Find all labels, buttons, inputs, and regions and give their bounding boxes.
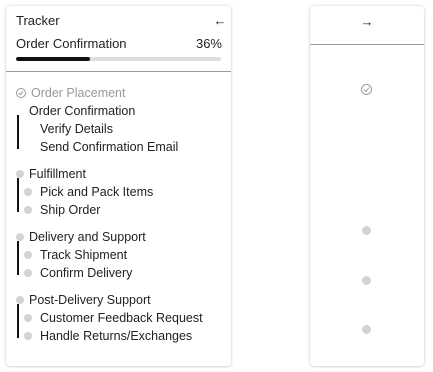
- status-dot: [16, 296, 24, 304]
- tracker-title: Tracker: [16, 13, 60, 28]
- stage-label: Order Placement: [31, 86, 126, 100]
- substep-label: Handle Returns/Exchanges: [40, 329, 193, 343]
- progress-bar: [16, 57, 221, 61]
- substep-label: Track Shipment: [40, 248, 128, 262]
- arrow-right-icon[interactable]: →: [357, 12, 377, 32]
- substep-handle-returns-exchanges[interactable]: Handle Returns/Exchanges: [6, 327, 231, 345]
- stage-order-placement[interactable]: Order Placement: [6, 84, 231, 102]
- arrow-left-icon[interactable]: ←: [210, 11, 230, 31]
- stage-dot-handle-returns[interactable]: [362, 325, 371, 334]
- progress-percent: 36%: [195, 36, 222, 51]
- status-dot: [24, 314, 32, 322]
- substep-label: Customer Feedback Request: [40, 311, 203, 325]
- substep-label: Verify Details: [40, 122, 113, 136]
- stage-label: Order Confirmation: [29, 104, 136, 118]
- tracker-panel-collapsed: →: [310, 6, 424, 366]
- stage-label: Post-Delivery Support: [29, 293, 151, 307]
- substep-confirm-delivery[interactable]: Confirm Delivery: [6, 264, 231, 282]
- status-dot: [24, 332, 32, 340]
- substep-verify-details[interactable]: Verify Details: [6, 120, 231, 138]
- status-dot: [24, 251, 32, 259]
- check-circle-icon[interactable]: [361, 84, 372, 95]
- progress-bar-fill: [16, 57, 90, 61]
- stage-order-confirmation[interactable]: Order Confirmation: [6, 102, 231, 120]
- substep-send-confirmation-email[interactable]: Send Confirmation Email: [6, 138, 231, 156]
- substep-pick-and-pack-items[interactable]: Pick and Pack Items: [6, 183, 231, 201]
- check-circle-icon: [16, 88, 26, 98]
- current-step-label: Order Confirmation: [16, 36, 127, 51]
- stage-dot-post-delivery-support[interactable]: [362, 276, 371, 285]
- substep-label: Pick and Pack Items: [40, 185, 154, 199]
- substep-label: Confirm Delivery: [40, 266, 133, 280]
- stage-label: Delivery and Support: [29, 230, 146, 244]
- status-dot: [24, 188, 32, 196]
- stage-label: Fulfillment: [29, 167, 86, 181]
- substep-track-shipment[interactable]: Track Shipment: [6, 246, 231, 264]
- stage-delivery-and-support[interactable]: Delivery and Support: [6, 228, 231, 246]
- status-dot: [24, 269, 32, 277]
- tracker-header: Tracker ← Order Confirmation 36%: [6, 6, 231, 72]
- stage-post-delivery-support[interactable]: Post-Delivery Support: [6, 291, 231, 309]
- status-dot: [16, 170, 24, 178]
- status-dot: [16, 233, 24, 241]
- collapsed-header: →: [310, 6, 424, 45]
- status-dot: [24, 206, 32, 214]
- stage-fulfillment[interactable]: Fulfillment: [6, 165, 231, 183]
- substep-customer-feedback-request[interactable]: Customer Feedback Request: [6, 309, 231, 327]
- tracker-panel: Tracker ← Order Confirmation 36% Order P…: [6, 6, 231, 366]
- stage-dot-delivery-and-support[interactable]: [362, 226, 371, 235]
- substep-label: Send Confirmation Email: [40, 140, 179, 154]
- substep-ship-order[interactable]: Ship Order: [6, 201, 231, 219]
- substep-label: Ship Order: [40, 203, 101, 217]
